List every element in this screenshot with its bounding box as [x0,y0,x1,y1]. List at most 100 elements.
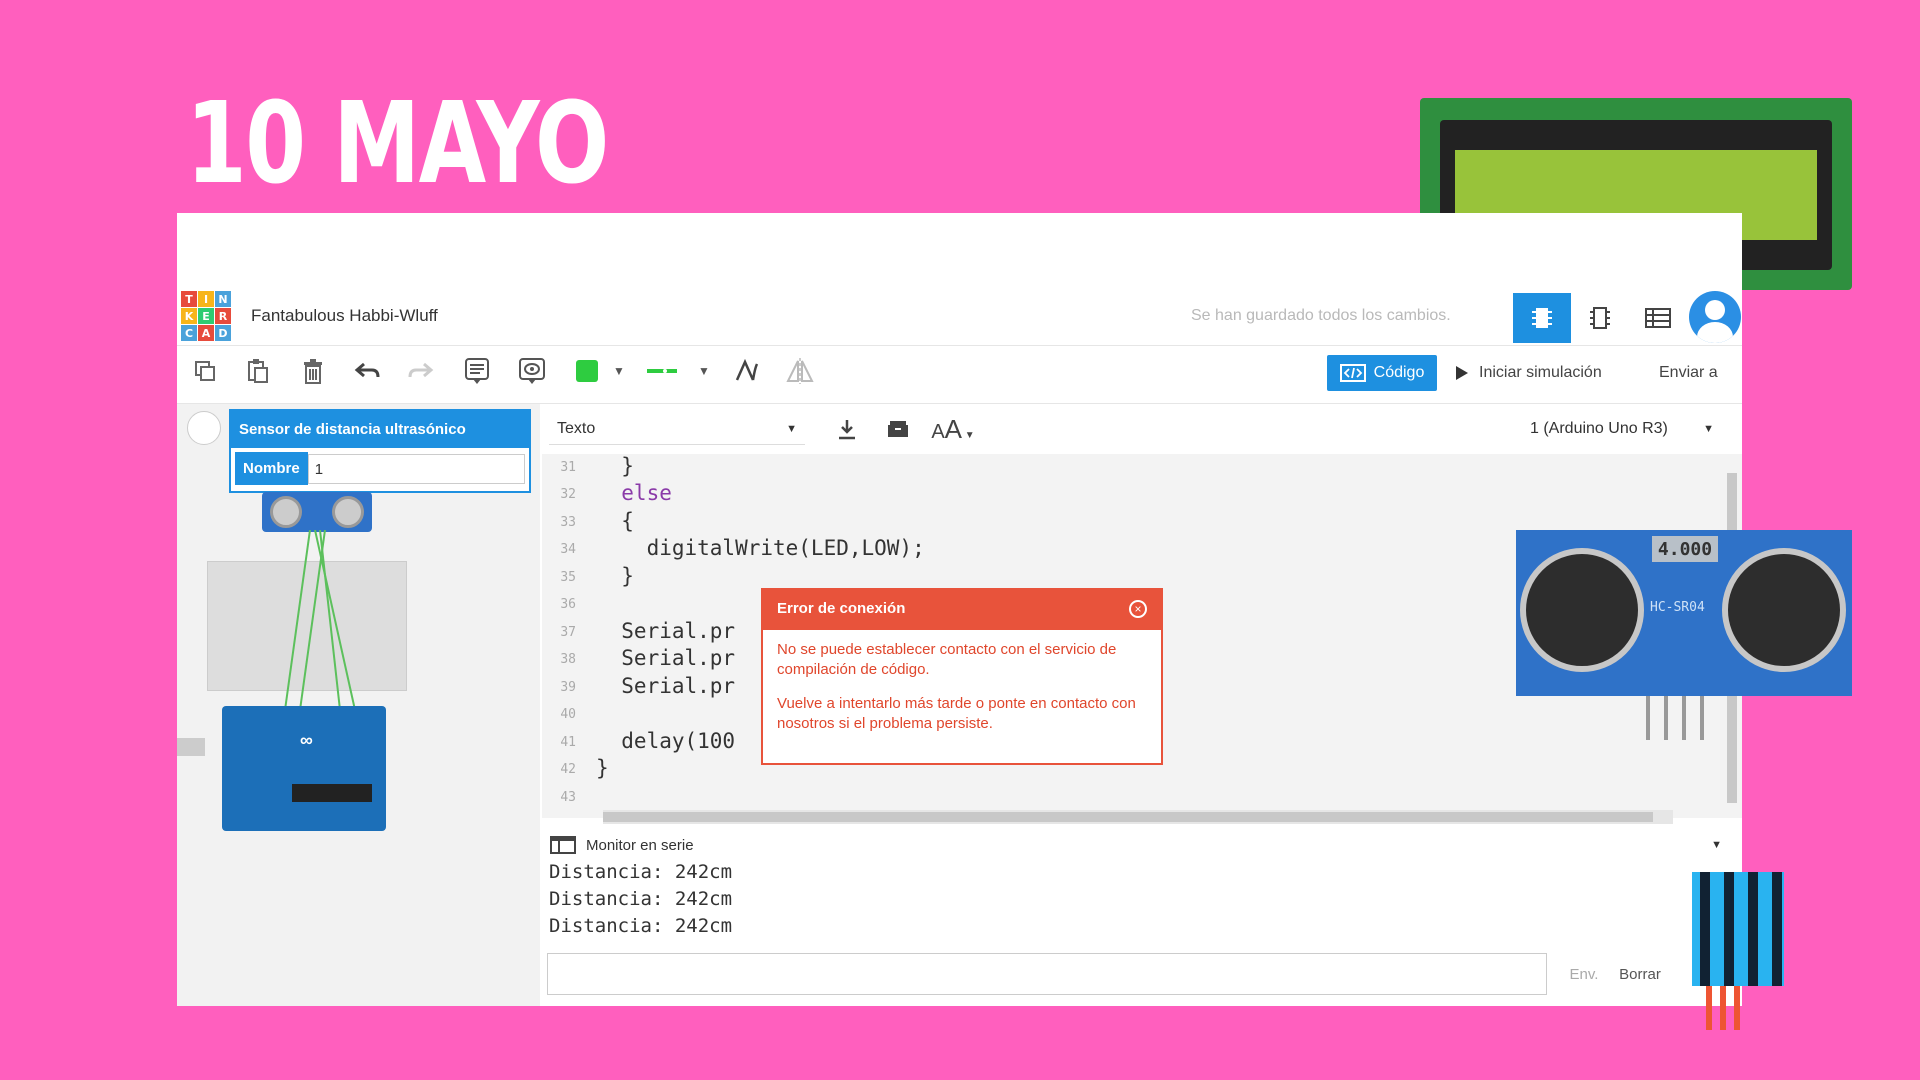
logo-letter: R [215,308,231,324]
circuit-view-button[interactable] [1513,293,1571,343]
tinkercad-logo[interactable]: T I N K E R C A D [181,291,231,341]
font-size-button[interactable]: AA ▼ [928,411,978,447]
sensor-label: HC-SR04 [1650,600,1705,615]
notes-button[interactable] [459,353,495,389]
schematic-view-icon [1590,307,1610,329]
copy-icon [195,361,215,381]
code-line: 33 { [560,509,634,533]
undo-icon [354,362,380,378]
code-line: 39 Serial.pr [560,674,736,698]
sensor-eye [270,496,302,528]
schematic-view-button[interactable] [1571,293,1629,343]
code-line: 42} [560,756,609,780]
sensor-display: 4.000 [1652,536,1718,562]
color-dropdown-arrow[interactable]: ▼ [601,353,637,389]
connection-error-dialog: Error de conexión × No se puede establec… [761,588,1163,765]
redo-button[interactable] [403,353,439,389]
close-icon[interactable]: × [1129,600,1147,618]
wires [284,530,356,711]
logo-letter: N [215,291,231,307]
serial-input[interactable] [547,953,1547,995]
slide-title: 10 MAYO [186,79,609,209]
logo-letter: E [198,308,214,324]
name-field[interactable]: 1 [307,453,525,484]
code-line: 38 Serial.pr [560,646,736,670]
code-mode-select[interactable]: Texto ▼ [549,413,805,445]
start-simulation-button[interactable]: Iniciar simulación [1455,355,1602,391]
flip-button[interactable] [782,353,818,389]
serial-output: Distancia: 242cm Distancia: 242cm Distan… [542,861,1742,942]
code-mode-value: Texto [557,419,596,437]
dialog-body: No se puede establecer contacto con el s… [763,630,1161,758]
ultrasonic-sensor-component[interactable] [262,492,372,532]
notes-icon [465,358,489,384]
arduino-chip [292,784,372,802]
serial-send-button[interactable]: Env. [1559,953,1609,995]
send-to-button[interactable]: Enviar a [1659,355,1718,391]
library-button[interactable] [880,411,916,447]
font-size-icon: AA ▼ [931,413,975,444]
caret-down-icon: ▼ [613,364,625,378]
redo-icon [408,362,434,378]
sensor-eye [1722,548,1846,672]
code-line: 43 [560,789,576,805]
horizontal-scroll-thumb[interactable] [603,812,1653,822]
undo-button[interactable] [349,353,385,389]
color-swatch [576,360,598,382]
logo-letter: I [198,291,214,307]
logo-letter: K [181,308,197,324]
caret-down-icon: ▼ [1703,423,1714,435]
trash-icon [304,359,322,384]
usb-cable [177,738,205,756]
arduino-uno-component[interactable]: ∞ [222,706,386,831]
paste-icon [248,359,268,383]
wire-dropdown-arrow[interactable]: ▼ [686,353,722,389]
code-line: 40 [560,706,576,722]
code-line: 34 digitalWrite(LED,LOW); [560,536,925,560]
logo-letter: A [198,325,214,341]
component-inspector: Sensor de distancia ultrasónico Nombre 1 [229,409,531,493]
project-name[interactable]: Fantabulous Habbi-Wluff [251,306,438,326]
serial-line: Distancia: 242cm [549,861,733,883]
sensor-pins [1646,696,1716,740]
paste-button[interactable] [240,353,276,389]
user-avatar[interactable] [1689,291,1741,343]
zoom-to-fit-icon[interactable] [187,411,221,445]
board-select[interactable]: 1 (Arduino Uno R3) ▼ [1522,413,1722,445]
dht-sensor-image [1692,872,1784,986]
view-notes-button[interactable] [514,353,550,389]
caret-down-icon[interactable]: ▼ [1711,839,1722,851]
rotate-button[interactable] [728,353,764,389]
circuit-view-icon [1532,308,1552,328]
component-list-button[interactable] [1629,293,1687,343]
board-value: 1 (Arduino Uno R3) [1530,420,1668,437]
code-line: 32 else [560,481,672,505]
rotate-icon [735,358,759,381]
code-line: 37 Serial.pr [560,619,736,643]
code-line: 31 } [560,454,634,478]
flip-icon [786,358,814,384]
code-button-label: Código [1373,364,1425,381]
start-simulation-label: Iniciar simulación [1479,364,1602,381]
copy-button[interactable] [187,353,223,389]
play-icon [1456,366,1468,380]
wire-icon [647,369,677,373]
wire-type-button[interactable] [644,353,680,389]
code-line: 35 } [560,564,634,588]
save-status: Se han guardado todos los cambios. [1191,307,1451,324]
code-button[interactable]: Código [1327,355,1437,391]
header-divider [177,345,1742,346]
serial-clear-button[interactable]: Borrar [1610,953,1670,995]
dialog-title: Error de conexión [763,590,1161,630]
sensor-eye [332,496,364,528]
caret-down-icon: ▼ [786,422,797,435]
serial-monitor-header[interactable]: Monitor en serie ▼ [542,829,1742,861]
download-code-button[interactable] [829,411,865,447]
dht-pins [1706,986,1746,1030]
send-to-label: Enviar a [1659,364,1718,381]
logo-letter: D [215,325,231,341]
color-picker-button[interactable] [569,353,605,389]
serial-monitor-title: Monitor en serie [586,836,694,854]
delete-button[interactable] [295,353,331,389]
logo-letter: C [181,325,197,341]
